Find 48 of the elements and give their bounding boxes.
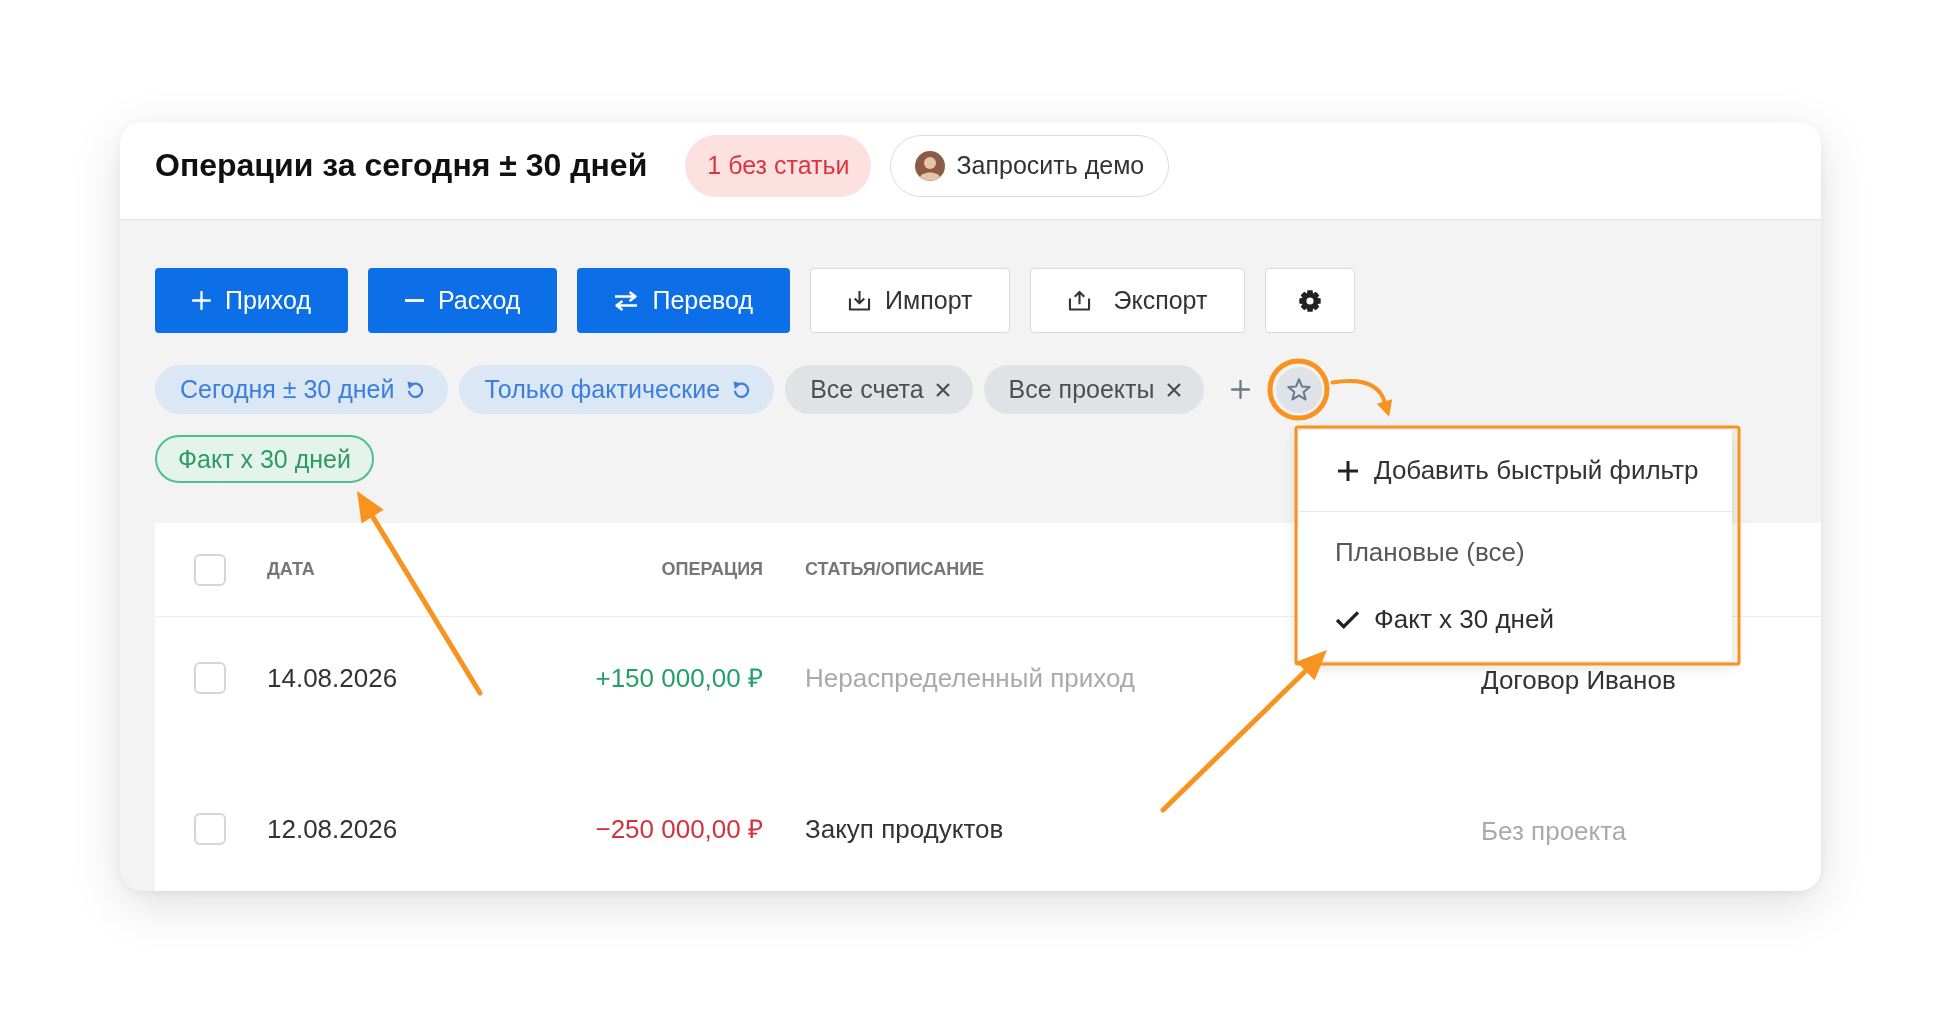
avatar-icon: [915, 150, 946, 181]
description-text: Закуп продуктов: [805, 816, 1004, 842]
swap-arrows-icon: [614, 290, 639, 311]
star-icon: [1286, 378, 1311, 401]
plus-icon[interactable]: [1230, 380, 1250, 399]
filter-chip[interactable]: Все счета: [785, 365, 973, 414]
transfer-button[interactable]: Перевод: [577, 268, 791, 333]
amount-text: −250 000,00 ₽: [595, 816, 763, 842]
highlight-ring: [1267, 358, 1330, 421]
add-filter-item[interactable]: Добавить быстрый фильтр: [1298, 430, 1732, 512]
income-button[interactable]: Приход: [155, 268, 348, 333]
close-icon: [935, 382, 950, 397]
project-text: Договор Иванов: [1481, 667, 1676, 693]
date-text: 12.08.2026: [267, 816, 398, 842]
column-header: ОПЕРАЦИЯ: [661, 559, 763, 580]
plus-icon: [192, 291, 211, 310]
status-badge[interactable]: 1 без статьи: [685, 134, 872, 197]
checkbox[interactable]: [194, 553, 226, 586]
menu-item[interactable]: Плановые (все): [1298, 519, 1732, 586]
upload-icon: [1068, 290, 1092, 311]
amount-text: +150 000,00 ₽: [595, 665, 763, 691]
star-button[interactable]: [1275, 366, 1322, 413]
request-demo-button[interactable]: Запросить демо: [890, 134, 1170, 197]
date-text: 14.08.2026: [267, 665, 398, 691]
gear-icon: [1299, 289, 1322, 312]
expense-button[interactable]: Расход: [368, 268, 558, 333]
annotation-arrow: [1330, 379, 1393, 417]
filter-chip[interactable]: Сегодня ± 30 дней: [155, 365, 449, 414]
download-icon: [848, 290, 872, 311]
close-icon: [1166, 382, 1181, 397]
export-button[interactable]: Экспорт: [1030, 268, 1246, 333]
refresh-icon: [406, 380, 426, 399]
minus-icon: [405, 299, 424, 302]
column-header: СТАТЬЯ/ОПИСАНИЕ: [805, 559, 985, 580]
settings-button[interactable]: [1265, 268, 1356, 333]
project-text: Без проекта: [1481, 818, 1627, 844]
menu-item[interactable]: Факт х 30 дней: [1298, 586, 1732, 653]
checkbox[interactable]: [194, 662, 226, 694]
import-button[interactable]: Импорт: [810, 268, 1011, 333]
description-text: Нераспределенный приход: [805, 665, 1135, 691]
check-icon: [1335, 610, 1360, 629]
filter-chip[interactable]: Только фактические: [459, 365, 775, 414]
filter-chip[interactable]: Все проекты: [983, 365, 1204, 414]
checkbox[interactable]: [194, 813, 226, 845]
column-header: ДАТА: [267, 559, 315, 580]
refresh-icon: [732, 380, 752, 399]
plus-icon: [1338, 460, 1358, 481]
page-title: Операции за сегодня ± 30 дней: [155, 147, 648, 184]
